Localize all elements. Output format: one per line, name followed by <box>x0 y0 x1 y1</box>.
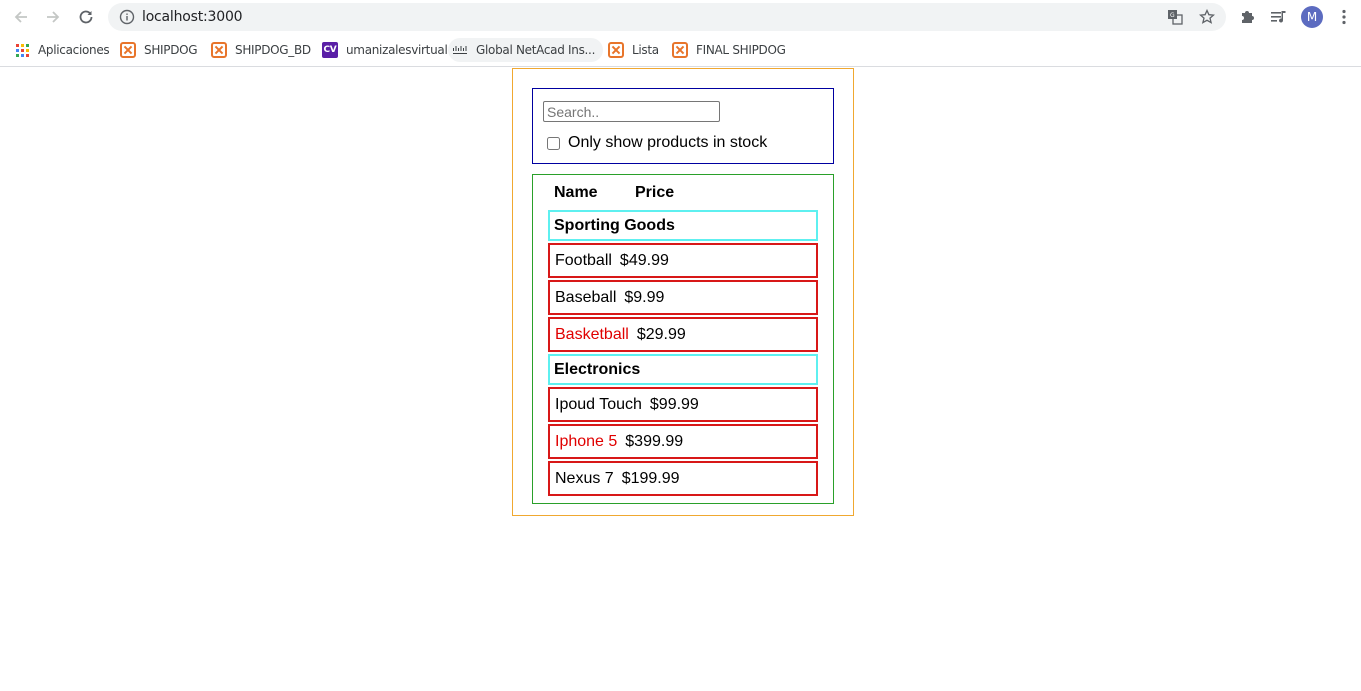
product-row: Basketball $29.99 <box>548 317 818 352</box>
column-header-price: Price <box>635 184 675 201</box>
translate-icon: G <box>1168 10 1183 25</box>
arrow-left-icon <box>14 11 27 23</box>
star-icon <box>1199 9 1215 24</box>
category-row: Electronics <box>548 354 818 385</box>
product-price: $199.99 <box>621 469 680 487</box>
svg-text:G: G <box>1170 12 1175 19</box>
translate-button[interactable]: G <box>1166 8 1184 26</box>
stock-checkbox[interactable] <box>547 136 560 150</box>
forward-button[interactable] <box>42 6 64 28</box>
product-row: Iphone 5 $399.99 <box>548 424 818 459</box>
bookmark-label: FINAL SHIPDOG <box>696 43 786 57</box>
media-button[interactable] <box>1268 6 1290 28</box>
product-name: Ipoud Touch <box>555 395 642 413</box>
category-row: Sporting Goods <box>548 210 818 241</box>
xampp-icon <box>120 42 136 58</box>
reload-icon <box>79 10 93 24</box>
back-button[interactable] <box>10 6 32 28</box>
apps-grid-icon <box>14 42 30 58</box>
product-row: Baseball $9.99 <box>548 280 818 315</box>
arrow-right-icon <box>47 11 60 23</box>
address-bar[interactable]: localhost:3000 G <box>108 3 1226 31</box>
stock-filter[interactable]: Only show products in stock <box>547 134 767 152</box>
bookmark-star-button[interactable] <box>1198 8 1216 26</box>
xampp-icon <box>608 42 624 58</box>
bookmark-label: SHIPDOG <box>144 43 198 57</box>
product-table: Name Price Sporting Goods Football $49.9… <box>532 174 834 504</box>
product-name: Football <box>555 251 612 269</box>
search-bar: Only show products in stock <box>532 88 834 164</box>
url-text: localhost:3000 <box>142 9 243 25</box>
bookmark-global-netacad[interactable]: Global NetAcad Ins... <box>448 38 604 62</box>
bookmark-lista[interactable]: Lista <box>608 38 659 62</box>
bookmark-label: Global NetAcad Ins... <box>476 43 596 57</box>
bookmark-apps[interactable]: Aplicaciones <box>14 38 110 62</box>
product-name: Basketball <box>555 325 629 343</box>
search-input[interactable] <box>543 101 720 122</box>
puzzle-icon <box>1242 11 1254 23</box>
bookmark-label: umanizalesvirtual <box>346 43 448 57</box>
cisco-icon <box>452 42 468 58</box>
browser-toolbar: localhost:3000 G M <box>0 0 1361 34</box>
bookmark-shipdog[interactable]: SHIPDOG <box>120 38 198 62</box>
product-price: $399.99 <box>625 432 684 450</box>
product-name: Nexus 7 <box>555 469 614 487</box>
cv-icon: CV <box>322 42 338 58</box>
product-price: $29.99 <box>636 325 686 343</box>
product-price: $49.99 <box>619 251 669 269</box>
product-name: Iphone 5 <box>555 432 618 450</box>
bookmark-umanizalesvirtual[interactable]: CV umanizalesvirtual <box>322 38 448 62</box>
product-row: Ipoud Touch $99.99 <box>548 387 818 422</box>
bookmark-label: SHIPDOG_BD <box>235 43 311 57</box>
product-price: $9.99 <box>624 288 665 306</box>
bookmark-final-shipdog[interactable]: FINAL SHIPDOG <box>672 38 786 62</box>
stock-checkbox-label: Only show products in stock <box>568 134 768 151</box>
product-row: Nexus 7 $199.99 <box>548 461 818 496</box>
product-price: $99.99 <box>649 395 699 413</box>
column-header-name: Name <box>554 184 598 201</box>
xampp-icon <box>672 42 688 58</box>
extensions-button[interactable] <box>1236 6 1258 28</box>
profile-avatar[interactable]: M <box>1301 6 1323 28</box>
info-icon[interactable] <box>119 9 135 25</box>
more-vert-icon <box>1342 9 1346 25</box>
playlist-icon <box>1271 11 1286 23</box>
reload-button[interactable] <box>75 6 97 28</box>
menu-button[interactable] <box>1333 6 1355 28</box>
xampp-icon <box>211 42 227 58</box>
bookmark-shipdog-bd[interactable]: SHIPDOG_BD <box>211 38 311 62</box>
filterable-product-table: Only show products in stock Name Price S… <box>512 68 854 516</box>
bookmark-label: Aplicaciones <box>38 43 110 57</box>
product-row: Football $49.99 <box>548 243 818 278</box>
bookmarks-bar: Aplicaciones SHIPDOG SHIPDOG_BD CV umani… <box>0 34 1361 67</box>
product-name: Baseball <box>555 288 617 306</box>
bookmark-label: Lista <box>632 43 659 57</box>
